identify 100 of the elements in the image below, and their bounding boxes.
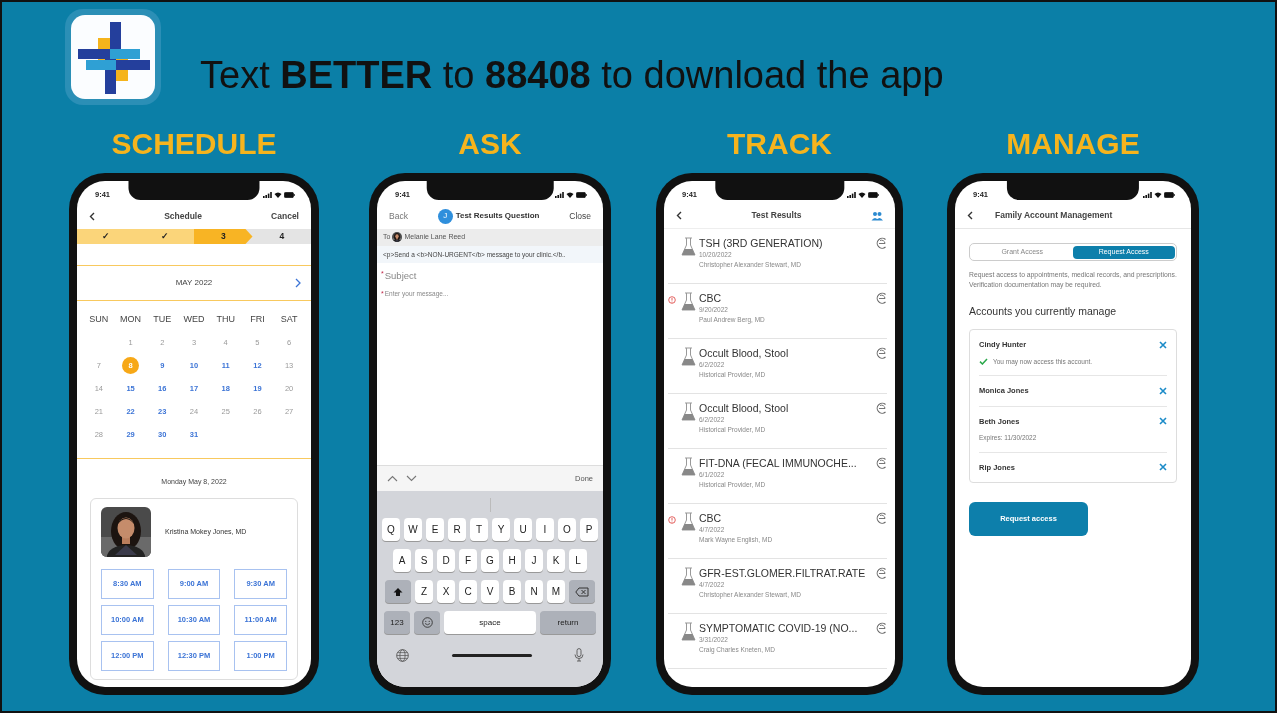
key[interactable]: I (536, 518, 554, 541)
key[interactable]: J (525, 549, 543, 572)
result-name: TSH (3RD GENERATION) (699, 237, 824, 250)
key[interactable]: K (547, 549, 565, 572)
battery-icon (284, 192, 295, 198)
swirl-icon (876, 567, 887, 579)
key[interactable]: E (426, 518, 444, 541)
swirl-icon (876, 347, 887, 359)
shift-key[interactable] (385, 580, 411, 603)
chevron-up-icon[interactable] (387, 475, 398, 482)
key[interactable]: N (525, 580, 543, 603)
step-indicator: ✓ (135, 229, 194, 244)
step-indicator: ✓ (77, 229, 136, 244)
flask-icon (681, 347, 696, 367)
battery-icon (868, 192, 879, 198)
flask-icon (681, 512, 696, 532)
chevron-down-icon[interactable] (406, 475, 417, 482)
emoji-key[interactable] (414, 611, 440, 634)
globe-icon[interactable] (396, 648, 409, 662)
close-icon[interactable] (1159, 417, 1167, 426)
key[interactable]: L (569, 549, 587, 572)
close-icon[interactable] (1159, 387, 1167, 396)
weekday-label: WED (182, 313, 206, 326)
wifi-icon (1154, 192, 1162, 198)
key[interactable]: B (503, 580, 521, 603)
numbers-key[interactable]: 123 (384, 611, 410, 634)
weekday-label: THU (215, 313, 236, 326)
wifi-icon (274, 192, 282, 198)
microphone-icon[interactable] (574, 648, 584, 662)
cancel-link[interactable]: Cancel (271, 209, 299, 223)
return-key[interactable]: return (540, 611, 596, 634)
weekday-label: SUN (88, 313, 110, 326)
field-placeholder: Subject (384, 269, 417, 284)
result-name: SYMPTOMATIC COVID-19 (NO... (699, 622, 859, 635)
battery-icon (1164, 192, 1175, 198)
swirl-icon (876, 237, 887, 249)
section-heading: MANAGE (1006, 126, 1140, 162)
flask-icon (681, 567, 696, 587)
avatar-initial: J (437, 208, 453, 224)
swirl-icon (876, 402, 887, 414)
section-heading: TRACK (727, 126, 832, 162)
key[interactable]: H (503, 549, 521, 572)
key[interactable]: Q (382, 518, 400, 541)
back-icon[interactable] (967, 211, 973, 220)
signal-icon (1143, 192, 1152, 198)
close-icon[interactable] (1159, 341, 1167, 350)
swirl-icon (876, 512, 887, 524)
people-icon (871, 210, 883, 221)
chevron-right-icon[interactable] (295, 278, 301, 288)
app-logo-icon (64, 8, 162, 106)
signal-icon (555, 192, 564, 198)
flask-icon (681, 402, 696, 422)
key[interactable]: X (437, 580, 455, 603)
key[interactable]: R (448, 518, 466, 541)
key[interactable]: C (459, 580, 477, 603)
backspace-key[interactable] (569, 580, 595, 603)
key[interactable]: M (547, 580, 565, 603)
battery-icon (576, 192, 587, 198)
key[interactable]: Y (492, 518, 510, 541)
flask-icon (681, 622, 696, 642)
key[interactable]: W (404, 518, 422, 541)
weekday-label: MON (119, 313, 143, 326)
key[interactable]: T (470, 518, 488, 541)
space-key[interactable]: space (444, 611, 536, 634)
key[interactable]: U (514, 518, 532, 541)
flask-icon (681, 457, 696, 477)
back-link[interactable]: Back (389, 209, 408, 223)
key[interactable]: F (459, 549, 477, 572)
backspace-icon (575, 586, 589, 597)
section-heading: SCHEDULE (111, 126, 277, 162)
key[interactable]: S (415, 549, 433, 572)
close-link[interactable]: Close (569, 209, 591, 223)
key[interactable]: P (580, 518, 598, 541)
step-indicator: 3 (194, 229, 253, 244)
screen-title: Family Account Management (995, 209, 1113, 222)
result-name: CBC (699, 512, 723, 525)
result-name: CBC (699, 292, 723, 305)
result-name: Occult Blood, Stool (699, 402, 790, 415)
signal-icon (263, 192, 272, 198)
screen-title: Test Results (751, 209, 802, 222)
key[interactable]: A (393, 549, 411, 572)
flask-icon (681, 292, 696, 312)
weekday-label: SAT (279, 313, 299, 326)
flask-icon (681, 237, 696, 257)
month-label: MAY 2022 (175, 277, 213, 289)
wifi-icon (566, 192, 574, 198)
key[interactable]: V (481, 580, 499, 603)
close-icon[interactable] (1159, 463, 1167, 472)
screen-title: Schedule (164, 209, 202, 223)
swirl-icon (876, 622, 887, 634)
key[interactable]: G (481, 549, 499, 572)
key[interactable]: D (437, 549, 455, 572)
key[interactable]: Z (415, 580, 433, 603)
weekday-label: TUE (152, 313, 173, 326)
section-title: Accounts you currently manage (969, 303, 1118, 319)
back-icon[interactable] (676, 211, 682, 220)
back-icon[interactable] (89, 211, 95, 221)
key[interactable]: O (558, 518, 576, 541)
swirl-icon (876, 292, 887, 304)
step-indicator: 4 (278, 230, 286, 244)
